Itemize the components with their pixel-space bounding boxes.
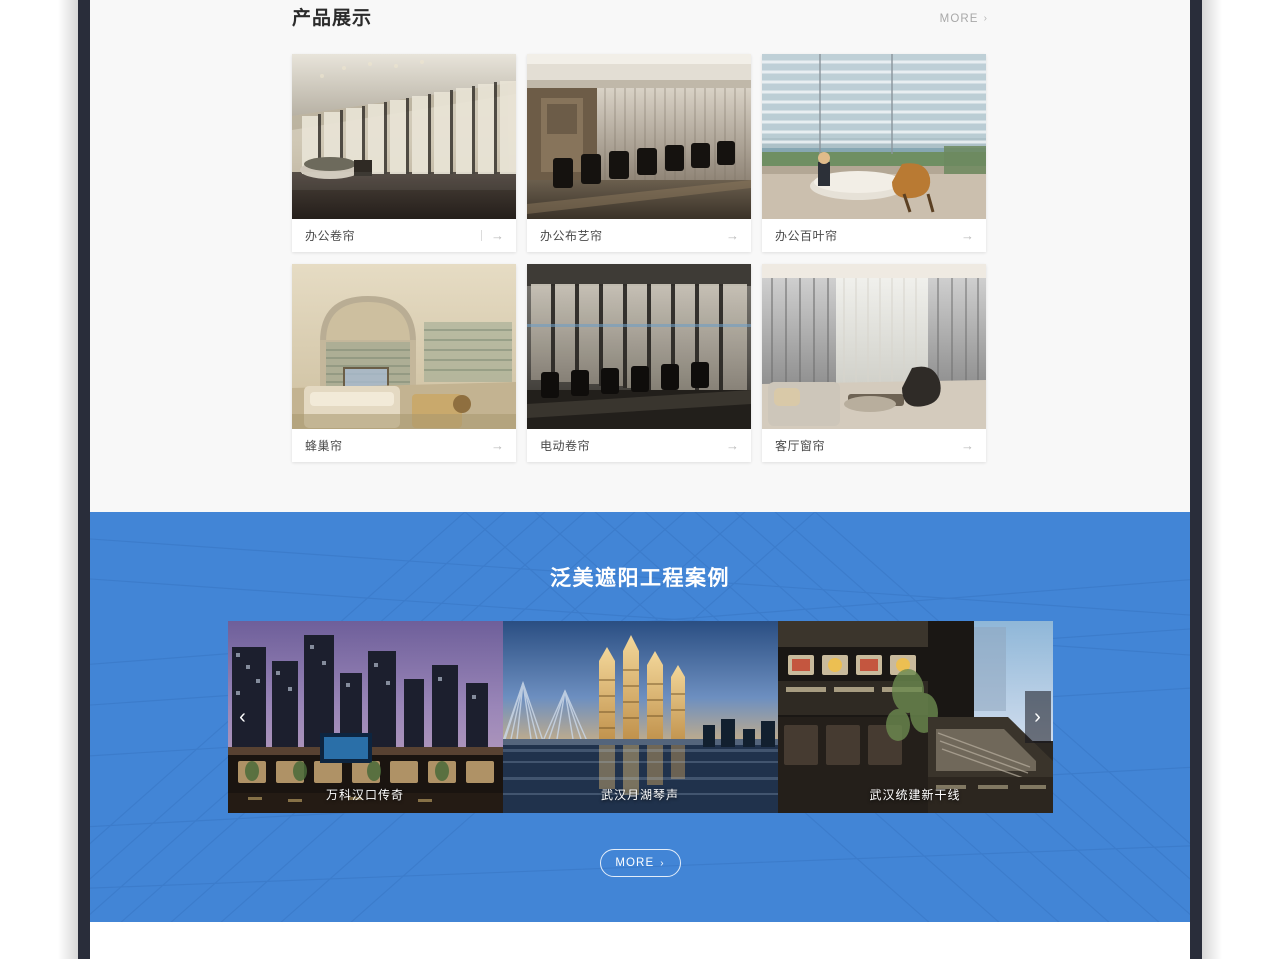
- products-more-link[interactable]: MORE ›: [940, 4, 988, 34]
- footer-whitespace: [90, 922, 1190, 959]
- cases-more-button[interactable]: MORE ›: [599, 849, 681, 877]
- product-arrow-group[interactable]: →: [951, 439, 974, 452]
- products-section-header: 产品展示 MORE ›: [292, 0, 988, 44]
- engineering-cases-section: 泛美遮阳工程案例 ‹ 万科汉口传奇 武汉月湖琴声 武汉统建新干线 › MORE …: [90, 512, 1190, 922]
- product-arrow-group[interactable]: →: [716, 439, 739, 452]
- web-page-content: 产品展示 MORE › 办公卷帘 → 办公布艺帘 → 办公百叶帘 → 蜂巢帘 →…: [90, 0, 1190, 959]
- product-arrow-group[interactable]: →: [481, 229, 504, 242]
- product-name: 办公百叶帘: [775, 229, 838, 243]
- cases-carousel[interactable]: ‹ 万科汉口传奇 武汉月湖琴声 武汉统建新干线 ›: [227, 621, 1053, 813]
- chevron-right-icon: ›: [983, 13, 988, 24]
- arrow-right-icon: →: [491, 228, 504, 243]
- product-card-footer: 办公百叶帘 →: [762, 219, 986, 252]
- product-thumbnail-image: [292, 54, 516, 219]
- product-arrow-group[interactable]: →: [481, 439, 504, 452]
- browser-frame-bar-right: [1190, 0, 1202, 959]
- case-slide[interactable]: 武汉统建新干线: [777, 621, 1053, 813]
- product-thumbnail-image: [762, 264, 986, 429]
- product-thumbnail-image: [527, 54, 751, 219]
- product-name: 客厅窗帘: [775, 439, 826, 453]
- product-card[interactable]: 蜂巢帘 →: [292, 264, 516, 462]
- page-title: 产品展示: [292, 8, 373, 29]
- product-thumbnail-image: [292, 264, 516, 429]
- case-slide[interactable]: 万科汉口传奇: [227, 621, 503, 813]
- page-edge-shadow-left: [58, 0, 80, 959]
- page-edge-shadow-right: [1200, 0, 1222, 959]
- product-arrow-group[interactable]: →: [716, 229, 739, 242]
- arrow-right-icon: →: [726, 438, 739, 453]
- product-card-footer: 电动卷帘 →: [527, 429, 751, 462]
- arrow-right-icon: →: [726, 228, 739, 243]
- product-name: 电动卷帘: [540, 439, 591, 453]
- product-card-footer: 办公卷帘 →: [292, 219, 516, 252]
- case-caption: 武汉统建新干线: [869, 788, 961, 802]
- product-card-footer: 蜂巢帘 →: [292, 429, 516, 462]
- cases-inner: 泛美遮阳工程案例 ‹ 万科汉口传奇 武汉月湖琴声 武汉统建新干线 › MORE …: [90, 512, 1190, 922]
- carousel-next-button[interactable]: ›: [1024, 691, 1051, 743]
- product-grid: 办公卷帘 → 办公布艺帘 → 办公百叶帘 → 蜂巢帘 → 电动卷帘 → 客厅窗帘…: [292, 54, 988, 462]
- cases-more-label: MORE: [615, 857, 655, 869]
- product-name: 蜂巢帘: [305, 439, 343, 453]
- case-caption: 万科汉口传奇: [325, 788, 404, 802]
- product-card[interactable]: 电动卷帘 →: [527, 264, 751, 462]
- arrow-right-icon: →: [961, 438, 974, 453]
- cases-title: 泛美遮阳工程案例: [550, 567, 730, 590]
- browser-viewport: 产品展示 MORE › 办公卷帘 → 办公布艺帘 → 办公百叶帘 → 蜂巢帘 →…: [0, 0, 1280, 959]
- product-thumbnail-image: [762, 54, 986, 219]
- product-card-footer: 客厅窗帘 →: [762, 429, 986, 462]
- chevron-left-icon: ‹: [239, 706, 246, 728]
- product-card[interactable]: 办公布艺帘 →: [527, 54, 751, 252]
- chevron-right-icon: ›: [660, 857, 665, 869]
- product-card-footer: 办公布艺帘 →: [527, 219, 751, 252]
- product-card[interactable]: 办公百叶帘 →: [762, 54, 986, 252]
- product-thumbnail-image: [527, 264, 751, 429]
- browser-frame-bar-left: [78, 0, 90, 959]
- chevron-right-icon: ›: [1034, 706, 1041, 728]
- case-slide[interactable]: 武汉月湖琴声: [502, 621, 778, 813]
- carousel-track: 万科汉口传奇 武汉月湖琴声 武汉统建新干线: [227, 621, 1053, 813]
- product-name: 办公卷帘: [305, 229, 356, 243]
- product-card[interactable]: 客厅窗帘 →: [762, 264, 986, 462]
- arrow-right-icon: →: [961, 228, 974, 243]
- products-more-label: MORE: [939, 13, 979, 25]
- product-name: 办公布艺帘: [540, 229, 603, 243]
- product-arrow-group[interactable]: →: [951, 229, 974, 242]
- carousel-prev-button[interactable]: ‹: [230, 691, 256, 743]
- product-divider: [481, 230, 482, 241]
- product-card[interactable]: 办公卷帘 →: [292, 54, 516, 252]
- case-caption: 武汉月湖琴声: [600, 788, 679, 802]
- arrow-right-icon: →: [491, 438, 504, 453]
- products-section: 产品展示 MORE › 办公卷帘 → 办公布艺帘 → 办公百叶帘 → 蜂巢帘 →…: [90, 0, 1190, 512]
- cases-more-wrapper: MORE ›: [90, 849, 1190, 877]
